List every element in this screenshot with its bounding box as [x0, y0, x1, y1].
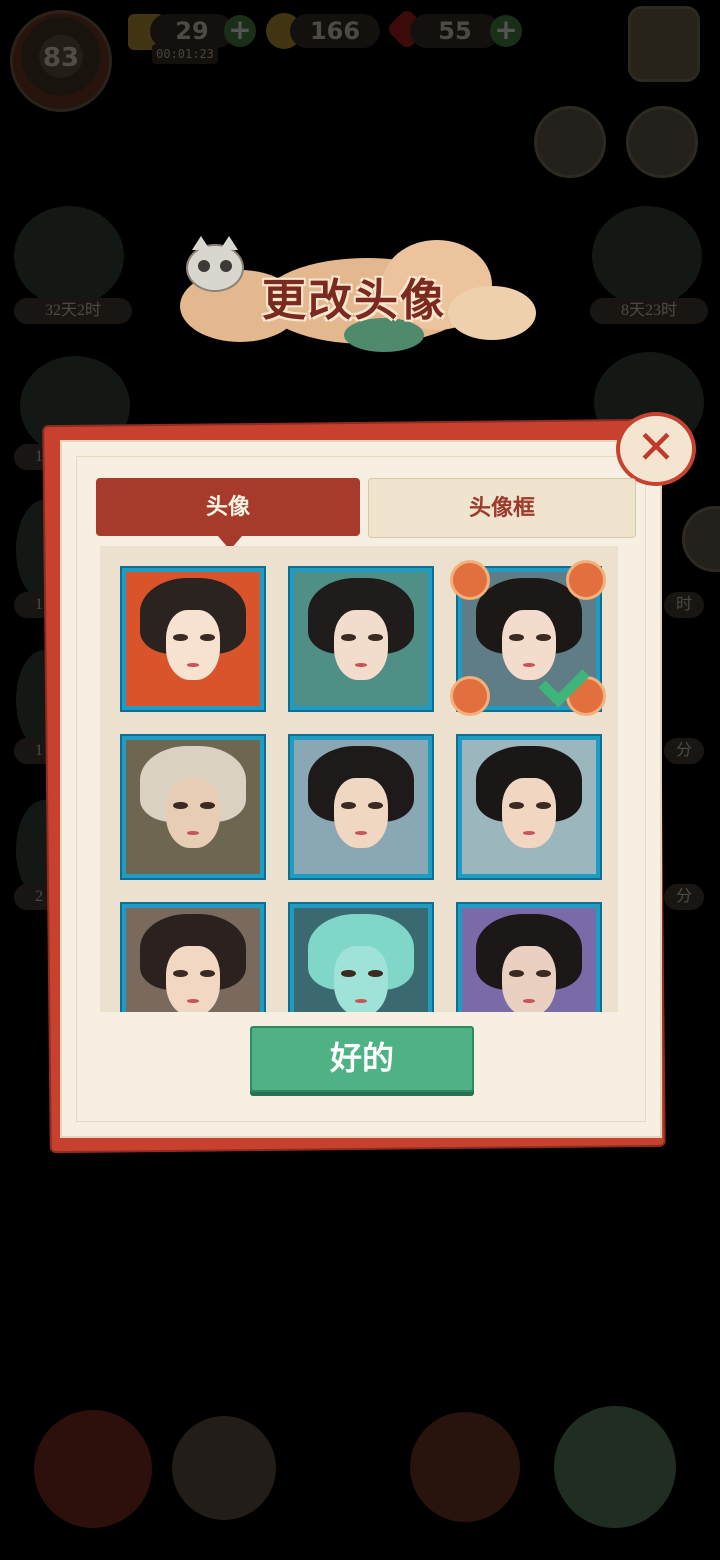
coin-pill: 166: [290, 14, 380, 48]
event-timer-left-1: 32天2时: [14, 298, 132, 324]
event-icon-right-1[interactable]: [592, 206, 702, 306]
avatar-portrait: [468, 746, 590, 868]
tab-avatar-frame[interactable]: 头像框: [368, 478, 636, 538]
character-icon[interactable]: [172, 1416, 276, 1520]
avatar-option-2[interactable]: [288, 566, 434, 712]
avatar-portrait: [132, 746, 254, 868]
avatar-portrait: [300, 914, 422, 1012]
event-icon-left-1[interactable]: [14, 206, 124, 306]
avatar-option-8[interactable]: [288, 902, 434, 1012]
event-timer-right-3: 时: [664, 592, 704, 618]
event-timer-right-1: 8天23时: [590, 298, 708, 324]
tab-avatar[interactable]: 头像: [96, 478, 360, 550]
energy-value: 29: [175, 17, 209, 45]
dialog-title: 更改头像: [262, 275, 446, 326]
coin-value: 166: [309, 17, 361, 45]
ok-button[interactable]: 好的: [250, 1026, 474, 1092]
close-icon: ✕: [636, 420, 676, 474]
energy-timer: 00:01:23: [152, 44, 218, 64]
gem-pill: 55: [410, 14, 500, 48]
tab-avatar-label: 头像: [205, 494, 250, 520]
event-timer-right-4: 分: [664, 738, 704, 764]
avatar-portrait: [300, 578, 422, 700]
tab-avatar-frame-label: 头像框: [468, 495, 535, 521]
avatar-portrait: [468, 914, 590, 1012]
close-button[interactable]: ✕: [616, 412, 696, 486]
avatar-portrait: [132, 578, 254, 700]
eye-icon[interactable]: [534, 106, 606, 178]
level-value: 83: [42, 43, 80, 73]
avatar-option-4[interactable]: [120, 734, 266, 880]
event-timer-right-5: 分: [664, 884, 704, 910]
avatar-portrait: [300, 746, 422, 868]
avatar-option-6[interactable]: [456, 734, 602, 880]
add-gems-button[interactable]: +: [490, 15, 522, 47]
add-energy-button[interactable]: +: [224, 15, 256, 47]
book-icon[interactable]: [34, 1410, 152, 1528]
avatar-option-5[interactable]: [288, 734, 434, 880]
menu-icon[interactable]: [626, 106, 698, 178]
house-icon[interactable]: [410, 1412, 520, 1522]
teapot-icon[interactable]: [554, 1406, 676, 1528]
avatar-option-9[interactable]: [456, 902, 602, 1012]
gem-value: 55: [438, 17, 472, 45]
cat-icon: [186, 236, 244, 292]
avatar-portrait: [132, 914, 254, 1012]
avatar-grid[interactable]: [100, 546, 618, 1012]
avatar-option-3[interactable]: [456, 566, 602, 712]
cloud-decoration: [448, 286, 536, 340]
level-badge: 83: [10, 10, 112, 112]
shop-icon[interactable]: [628, 6, 700, 82]
avatar-option-1[interactable]: [120, 566, 266, 712]
energy-pill: 29: [150, 14, 234, 48]
avatar-option-7[interactable]: [120, 902, 266, 1012]
